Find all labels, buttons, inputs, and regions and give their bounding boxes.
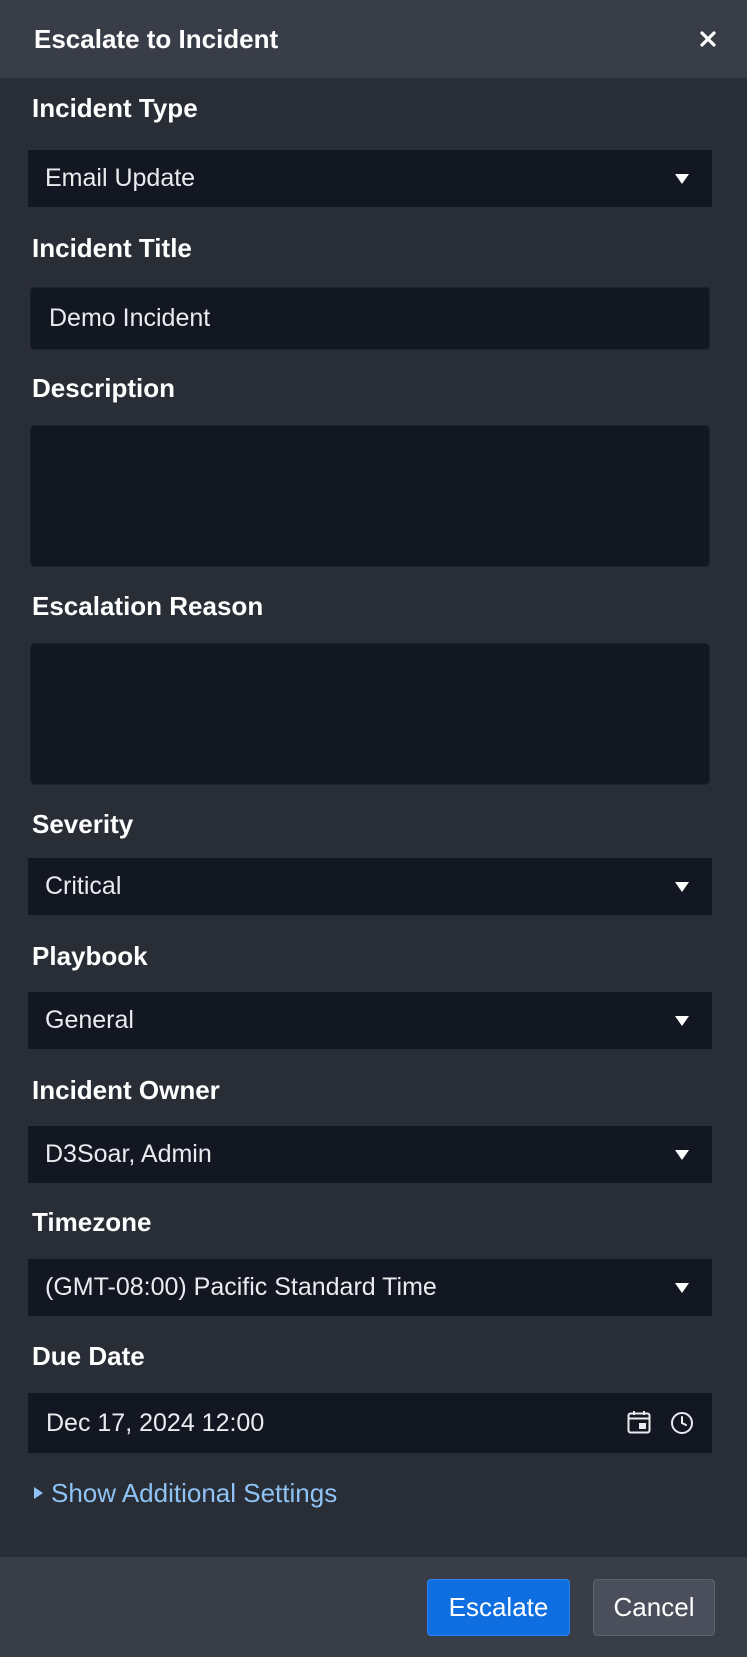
description-textarea[interactable] [30,425,710,567]
timezone-label: Timezone [32,1207,152,1237]
incident-type-label: Incident Type [32,93,198,123]
playbook-value: General [45,1006,134,1034]
incident-type-value: Email Update [45,164,196,192]
caret-down-icon [675,1016,689,1026]
caret-down-icon [675,1283,689,1293]
escalation-reason-label: Escalation Reason [32,591,264,621]
caret-down-icon [675,174,689,184]
timezone-value: (GMT-08:00) Pacific Standard Time [45,1273,437,1301]
triangle-right-icon [34,1487,43,1500]
playbook-select[interactable]: General [28,992,712,1049]
incident-title-value: Demo Incident [49,304,211,332]
timezone-select[interactable]: (GMT-08:00) Pacific Standard Time [28,1259,712,1316]
show-additional-settings-label: Show Additional Settings [51,1478,338,1508]
escalate-button[interactable]: Escalate [427,1579,570,1636]
close-icon [700,31,716,47]
escalation-reason-textarea[interactable] [30,643,710,785]
clock-icon[interactable] [670,1411,694,1435]
cancel-button[interactable]: Cancel [593,1579,715,1636]
due-date-value: Dec 17, 2024 12:00 [46,1409,265,1437]
dialog-footer: Escalate Cancel [0,1557,747,1657]
incident-owner-value: D3Soar, Admin [45,1140,212,1168]
incident-title-label: Incident Title [32,233,192,263]
due-date-label: Due Date [32,1341,145,1371]
calendar-icon[interactable] [626,1409,652,1435]
close-button[interactable] [691,22,725,56]
severity-label: Severity [32,809,134,839]
caret-down-icon [675,1150,689,1160]
incident-title-input[interactable]: Demo Incident [30,287,710,350]
dialog-header: Escalate to Incident [0,0,747,78]
dialog-title: Escalate to Incident [34,24,279,54]
severity-select[interactable]: Critical [28,858,712,915]
due-date-input[interactable]: Dec 17, 2024 12:00 [28,1393,712,1453]
playbook-label: Playbook [32,941,148,971]
escalate-dialog: Escalate to Incident Incident Type Email… [0,0,747,1657]
description-label: Description [32,373,176,403]
caret-down-icon [675,882,689,892]
incident-type-select[interactable]: Email Update [28,150,712,207]
severity-value: Critical [45,872,122,900]
incident-owner-select[interactable]: D3Soar, Admin [28,1126,712,1183]
show-additional-settings-link[interactable]: Show Additional Settings [34,1476,337,1510]
incident-owner-label: Incident Owner [32,1075,220,1105]
